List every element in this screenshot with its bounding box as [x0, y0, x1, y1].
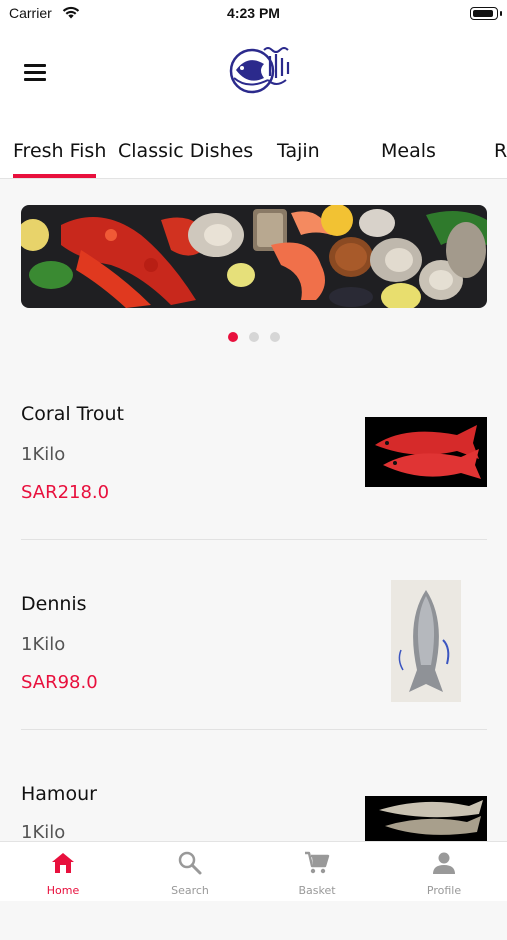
- hamburger-menu-icon[interactable]: [22, 62, 48, 82]
- divider: [21, 729, 487, 730]
- tabbar-label: Basket: [298, 884, 336, 897]
- product-name: Coral Trout: [21, 403, 124, 425]
- carousel-pager: [0, 332, 507, 342]
- tabbar-item-basket[interactable]: Basket: [254, 842, 380, 901]
- product-price: SAR98.0: [21, 672, 98, 693]
- divider: [21, 539, 487, 540]
- category-tabs: Fresh Fish Classic Dishes Tajin Meals Ri: [0, 120, 507, 179]
- product-unit: 1Kilo: [21, 634, 66, 655]
- tabbar-item-search[interactable]: Search: [127, 842, 253, 901]
- tab-fresh-fish[interactable]: Fresh Fish: [13, 140, 106, 162]
- product-item-coral-trout[interactable]: Coral Trout 1Kilo SAR218.0: [0, 370, 507, 560]
- coral-trout-image: [365, 417, 487, 487]
- tab-ri[interactable]: Ri: [494, 140, 507, 162]
- carousel-dot-3[interactable]: [270, 332, 280, 342]
- home-icon: [52, 853, 74, 873]
- product-unit: 1Kilo: [21, 444, 66, 465]
- active-tab-indicator: [13, 174, 96, 178]
- carousel-dot-1[interactable]: [228, 332, 238, 342]
- product-name: Dennis: [21, 593, 87, 615]
- cart-icon: [305, 851, 330, 874]
- tabbar-item-profile[interactable]: Profile: [381, 842, 507, 901]
- tabbar-label: Home: [46, 884, 80, 897]
- seafood-banner-image[interactable]: [21, 205, 487, 308]
- app-header: [0, 28, 507, 120]
- tab-tajin[interactable]: Tajin: [277, 140, 320, 162]
- fish-logo-icon: [229, 47, 290, 94]
- battery-icon: [470, 7, 502, 20]
- tabbar-label: Search: [171, 884, 209, 897]
- tab-meals[interactable]: Meals: [381, 140, 436, 162]
- profile-icon: [433, 852, 455, 874]
- product-price: SAR218.0: [21, 482, 110, 503]
- tabbar-item-home[interactable]: Home: [0, 842, 126, 901]
- product-name: Hamour: [21, 783, 97, 805]
- bottom-tab-bar: Home Search Basket Profile: [0, 841, 507, 901]
- product-unit: 1Kilo: [21, 822, 66, 843]
- tab-classic-dishes[interactable]: Classic Dishes: [118, 140, 253, 162]
- status-bar: Carrier 4:23 PM: [0, 0, 507, 28]
- search-icon: [178, 851, 202, 875]
- carousel-dot-2[interactable]: [249, 332, 259, 342]
- status-time: 4:23 PM: [227, 5, 280, 21]
- hamour-fish-image: [365, 796, 487, 842]
- dennis-fish-image: [391, 580, 461, 702]
- product-item-dennis[interactable]: Dennis 1Kilo SAR98.0: [0, 560, 507, 750]
- tabbar-label: Profile: [426, 884, 462, 897]
